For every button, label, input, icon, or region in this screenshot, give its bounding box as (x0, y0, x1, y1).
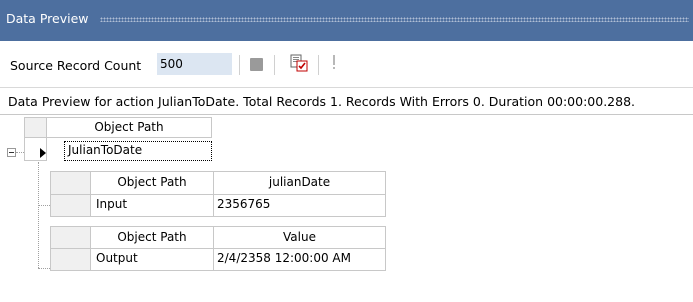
tree-line (38, 162, 39, 268)
current-row-icon (40, 148, 46, 158)
object-path-cell[interactable]: Output (90, 248, 214, 271)
exclamation-icon[interactable] (330, 53, 338, 73)
collapse-icon[interactable] (7, 148, 16, 157)
row-selector[interactable] (50, 248, 91, 271)
source-record-count-label: Source Record Count (10, 58, 142, 73)
title-bar: Data Preview (0, 0, 693, 41)
status-divider (0, 114, 693, 115)
row-header-corner (50, 226, 91, 249)
column-header-object-path[interactable]: Object Path (46, 117, 212, 138)
object-path-cell[interactable]: JulianToDate (64, 141, 212, 161)
column-header-object-path[interactable]: Object Path (90, 171, 214, 195)
status-message: Data Preview for action JulianToDate. To… (8, 94, 636, 109)
juliandate-cell[interactable]: 2356765 (213, 194, 386, 217)
row-selector[interactable] (50, 194, 91, 217)
value-cell[interactable]: 2/4/2358 12:00:00 AM (213, 248, 386, 271)
preview-icon[interactable] (290, 54, 308, 72)
column-header-object-path[interactable]: Object Path (90, 226, 214, 249)
titlebar-grip[interactable] (100, 17, 689, 22)
object-path-cell[interactable]: Input (90, 194, 214, 217)
source-record-count-input[interactable]: 500 (157, 53, 232, 75)
window-title: Data Preview (6, 11, 89, 26)
tree-line (38, 205, 50, 206)
toolbar: Source Record Count 500 (0, 41, 693, 88)
toolbar-separator (318, 55, 319, 75)
tree-line (38, 268, 50, 269)
toolbar-separator (274, 55, 275, 75)
column-header-value[interactable]: Value (213, 226, 386, 249)
stop-icon[interactable] (250, 58, 263, 71)
column-header-juliandate[interactable]: julianDate (213, 171, 386, 195)
toolbar-separator (239, 55, 240, 75)
row-header-corner (24, 117, 47, 138)
row-header-corner (50, 171, 91, 195)
